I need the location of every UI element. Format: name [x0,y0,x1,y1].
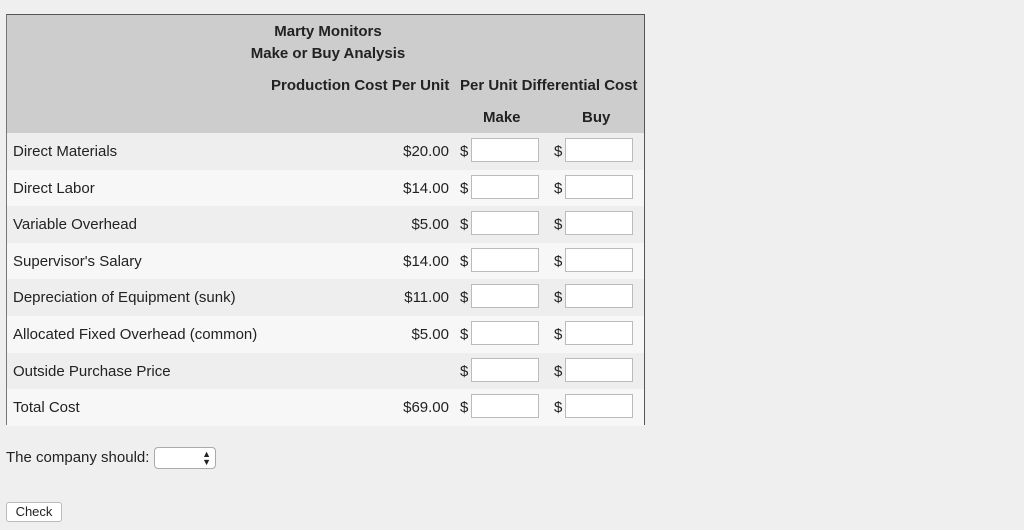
production-cost: $14.00 [403,252,449,270]
make-cost-input[interactable] [471,320,539,345]
dollar-sign: $ [460,399,469,417]
buy-cost-input[interactable] [565,357,633,382]
decision-select[interactable]: ▲ ▼ [154,447,216,469]
table-row: Total Cost $69.00 $ $ [7,389,644,426]
table-row: Depreciation of Equipment (sunk) $11.00 … [7,279,644,316]
production-cost-header: Production Cost Per Unit [271,77,450,94]
dollar-sign: $ [554,399,563,417]
production-cost: $69.00 [403,399,449,417]
make-cost-input[interactable] [471,211,539,236]
table-row: Direct Materials $20.00 $ $ [7,133,644,170]
row-label: Variable Overhead [13,216,137,234]
dollar-sign: $ [554,143,563,160]
row-label: Direct Labor [13,179,95,197]
decision-label: The company should: [6,449,150,466]
table-row: Supervisor's Salary $14.00 $ $ [7,242,644,280]
row-label: Direct Materials [13,143,118,160]
make-cost-input[interactable] [471,394,539,419]
make-cost-input[interactable] [471,357,539,382]
table-row: Outside Purchase Price $ $ [7,352,644,390]
production-cost: $5.00 [411,216,449,234]
buy-cost-input[interactable] [565,394,633,419]
row-label: Outside Purchase Price [13,362,171,380]
table-header: Marty Monitors Make or Buy Analysis Prod… [7,15,644,133]
check-button[interactable]: Check [6,502,62,522]
row-label: Depreciation of Equipment (sunk) [13,289,236,307]
dollar-sign: $ [460,143,469,160]
make-or-buy-table: Marty Monitors Make or Buy Analysis Prod… [6,14,645,426]
dollar-sign: $ [460,216,469,234]
make-header: Make [483,109,521,126]
buy-cost-input[interactable] [565,138,633,162]
differential-cost-header: Per Unit Differential Cost [460,77,638,94]
dollar-sign: $ [554,216,563,234]
make-cost-input[interactable] [471,174,539,199]
dollar-sign: $ [554,362,563,380]
row-label: Total Cost [13,399,80,417]
production-cost: $14.00 [403,179,449,197]
table-row: Variable Overhead $5.00 $ $ [7,206,644,243]
production-cost: $11.00 [404,289,449,307]
dollar-sign: $ [554,252,563,270]
buy-cost-input[interactable] [565,211,633,236]
table-row: Allocated Fixed Overhead (common) $5.00 … [7,315,644,353]
production-cost: $5.00 [411,325,449,343]
dollar-sign: $ [460,362,469,380]
make-cost-input[interactable] [471,138,539,162]
buy-cost-input[interactable] [565,284,633,309]
buy-cost-input[interactable] [565,247,633,272]
dollar-sign: $ [554,289,563,307]
select-arrows-icon: ▲ ▼ [202,449,211,467]
analysis-title: Make or Buy Analysis [250,45,406,62]
row-label: Allocated Fixed Overhead (common) [13,325,258,343]
dollar-sign: $ [554,325,563,343]
company-name: Marty Monitors [274,23,382,40]
dollar-sign: $ [460,179,469,197]
dollar-sign: $ [554,179,563,197]
table-body: Direct Materials $20.00 $ $ Direct Labor… [7,133,644,426]
dollar-sign: $ [460,325,469,343]
dollar-sign: $ [460,289,469,307]
row-label: Supervisor's Salary [13,252,142,270]
make-cost-input[interactable] [471,284,539,309]
buy-header: Buy [582,109,611,126]
buy-cost-input[interactable] [565,174,633,199]
table-row: Direct Labor $14.00 $ $ [7,169,644,207]
dollar-sign: $ [460,252,469,270]
make-cost-input[interactable] [471,247,539,272]
buy-cost-input[interactable] [565,320,633,345]
production-cost: $20.00 [403,143,449,160]
